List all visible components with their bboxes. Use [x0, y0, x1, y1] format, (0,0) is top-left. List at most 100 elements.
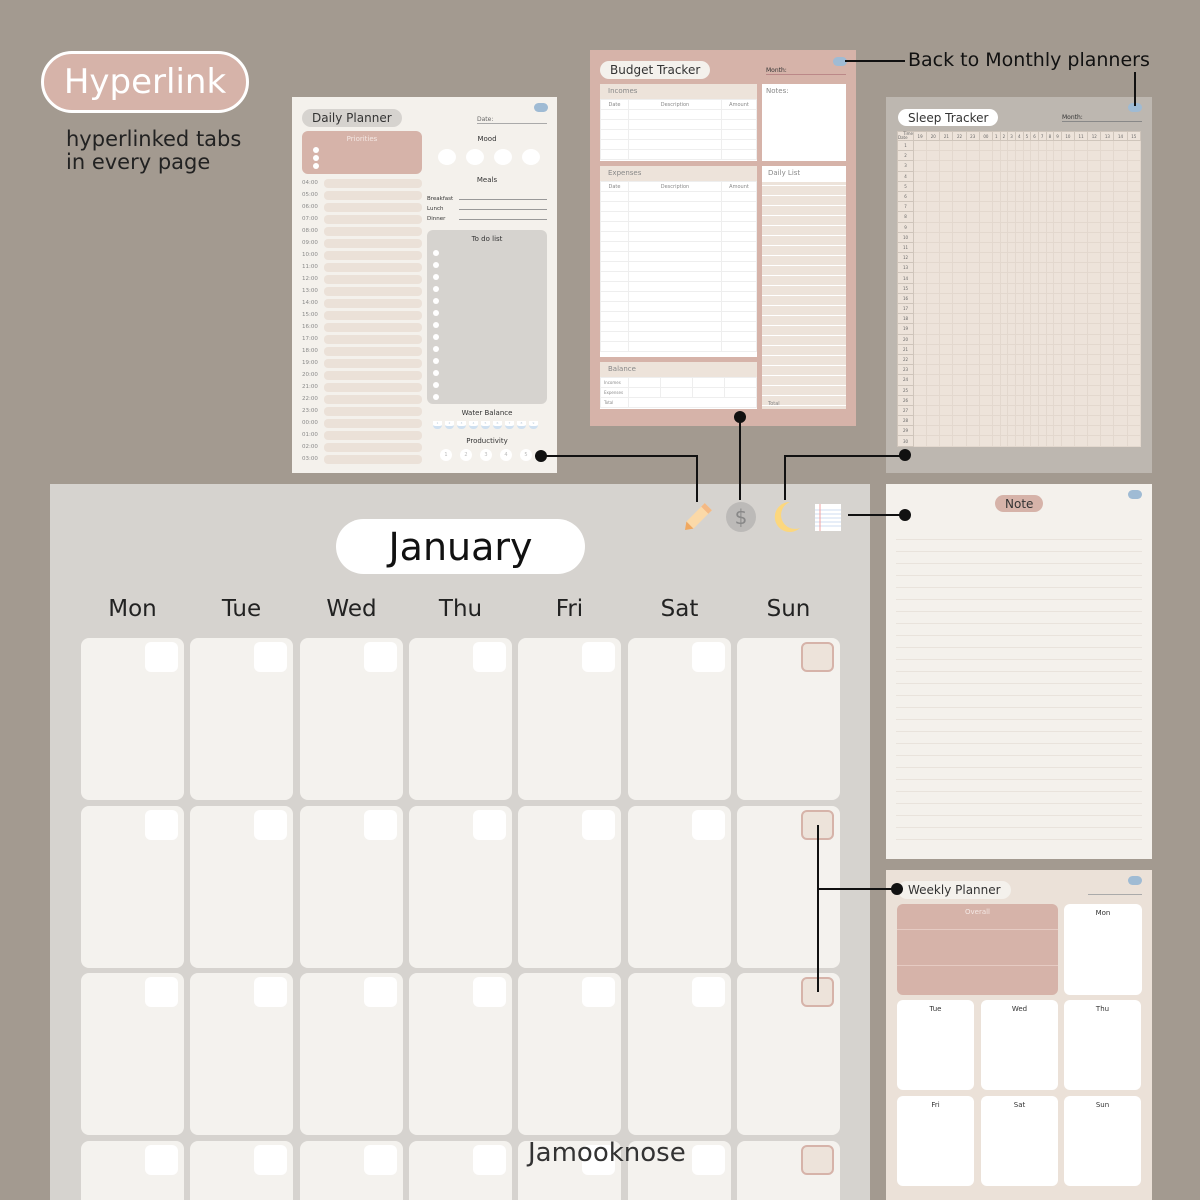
sleep-cell[interactable] [1022, 262, 1032, 274]
sleep-day-row[interactable]: 1 [897, 139, 1142, 152]
sleep-cell[interactable] [1045, 252, 1055, 264]
sleep-day-row[interactable]: 29 [897, 425, 1142, 437]
sleep-cell[interactable] [1037, 364, 1047, 376]
sleep-cell[interactable] [912, 404, 928, 417]
sleep-cell[interactable] [978, 364, 993, 376]
sleep-cell[interactable] [1100, 313, 1115, 325]
sleep-cell[interactable] [1045, 374, 1055, 386]
water-cup-icon[interactable]: 8 [517, 421, 526, 429]
sleep-cell[interactable] [1014, 190, 1024, 203]
table-cell[interactable] [600, 281, 629, 292]
table-cell[interactable] [721, 291, 757, 302]
sleep-cell[interactable] [952, 394, 967, 406]
sleep-cell[interactable] [1037, 415, 1047, 427]
sleep-cell[interactable] [952, 190, 967, 203]
bear-crying-icon[interactable] [438, 149, 456, 165]
sleep-cell[interactable] [978, 384, 993, 396]
notes-box[interactable]: Notes: [762, 84, 846, 161]
table-row[interactable] [600, 201, 757, 212]
sleep-cell[interactable] [991, 302, 1001, 315]
sleep-cell[interactable] [965, 160, 980, 172]
sleep-cell[interactable] [1037, 404, 1047, 417]
sleep-day-row[interactable]: 24 [897, 374, 1142, 386]
sleep-cell[interactable] [912, 282, 928, 294]
sleep-cell[interactable] [1100, 343, 1115, 355]
sleep-cell[interactable] [912, 384, 928, 396]
sleep-cell[interactable] [965, 292, 980, 305]
sleep-cell[interactable] [1007, 180, 1016, 192]
table-cell[interactable] [628, 281, 722, 292]
sleep-cell[interactable] [1100, 353, 1115, 366]
bear-happy-icon[interactable] [522, 149, 540, 165]
sleep-cell[interactable] [1007, 333, 1016, 345]
sleep-cell[interactable] [1126, 231, 1142, 243]
sleep-cell[interactable] [978, 272, 993, 284]
sleep-cell[interactable] [1037, 282, 1047, 294]
sleep-cell[interactable] [1037, 343, 1047, 355]
sleep-day-row[interactable]: 14 [897, 272, 1142, 284]
sleep-cell[interactable] [1126, 201, 1142, 213]
water-cup-icon[interactable]: 3 [457, 421, 466, 429]
sleep-cell[interactable] [978, 211, 993, 223]
sleep-cell[interactable] [1087, 425, 1102, 437]
sleep-cell[interactable] [999, 211, 1009, 223]
sleep-cell[interactable] [1007, 404, 1016, 417]
table-row[interactable] [600, 311, 757, 322]
sleep-cell[interactable] [978, 201, 993, 213]
sleep-cell[interactable] [1053, 201, 1062, 213]
sleep-cell[interactable] [1073, 374, 1089, 386]
sleep-cell[interactable] [1014, 292, 1024, 305]
table-cell[interactable] [600, 191, 629, 202]
sleep-day-row[interactable]: 28 [897, 415, 1142, 427]
sleep-cell[interactable] [1073, 170, 1089, 182]
day-cell[interactable] [300, 638, 403, 800]
balance-grid[interactable]: Incomes Expenses Total [600, 377, 757, 408]
todo-checkbox[interactable] [433, 262, 439, 268]
sleep-cell[interactable] [912, 333, 928, 345]
sleep-cell[interactable] [952, 425, 967, 437]
sleep-cell[interactable] [1007, 415, 1016, 427]
sleep-cell[interactable] [991, 201, 1001, 213]
sleep-cell[interactable] [926, 425, 941, 437]
sleep-cell[interactable] [1045, 211, 1055, 223]
sleep-cell[interactable] [965, 394, 980, 406]
sleep-cell[interactable] [1030, 252, 1039, 264]
sleep-day-row[interactable]: 26 [897, 394, 1142, 406]
table-row[interactable] [600, 331, 757, 342]
bear-neutral-icon[interactable] [494, 149, 512, 165]
sleep-cell[interactable] [1060, 211, 1076, 223]
hour-slot[interactable] [324, 226, 422, 236]
sleep-cell[interactable] [1060, 425, 1076, 437]
sleep-cell[interactable] [999, 160, 1009, 172]
date-box[interactable] [692, 1145, 725, 1175]
sleep-cell[interactable] [1053, 262, 1062, 274]
balance-row[interactable]: Total [600, 397, 757, 408]
sleep-cell[interactable] [999, 170, 1009, 182]
sleep-cell[interactable] [1113, 343, 1128, 355]
sleep-cell[interactable] [1014, 252, 1024, 264]
sleep-cell[interactable] [1060, 170, 1076, 182]
sleep-cell[interactable] [1014, 435, 1024, 447]
sleep-cell[interactable] [1087, 190, 1102, 203]
sleep-cell[interactable] [1113, 302, 1128, 315]
sleep-cell[interactable] [1053, 150, 1062, 162]
sleep-cell[interactable] [1053, 221, 1062, 233]
day-cell[interactable] [300, 1141, 403, 1200]
sleep-cell[interactable] [1014, 404, 1024, 417]
sleep-cell[interactable] [1126, 221, 1142, 233]
sleep-cell[interactable] [1037, 292, 1047, 305]
sleep-cell[interactable] [1022, 333, 1032, 345]
water-cup-icon[interactable]: 2 [445, 421, 454, 429]
sleep-cell[interactable] [1126, 139, 1142, 152]
table-cell[interactable] [600, 251, 629, 262]
sleep-cell[interactable] [991, 333, 1001, 345]
sleep-cell[interactable] [1060, 190, 1076, 203]
sleep-cell[interactable] [952, 404, 967, 417]
sleep-cell[interactable] [1126, 272, 1142, 284]
sleep-tracker-title[interactable]: Sleep Tracker [898, 109, 999, 126]
sleep-cell[interactable] [1113, 415, 1128, 427]
sleep-cell[interactable] [952, 343, 967, 355]
sleep-cell[interactable] [1126, 313, 1142, 325]
sleep-cell[interactable] [999, 221, 1009, 233]
sleep-cell[interactable] [1007, 302, 1016, 315]
